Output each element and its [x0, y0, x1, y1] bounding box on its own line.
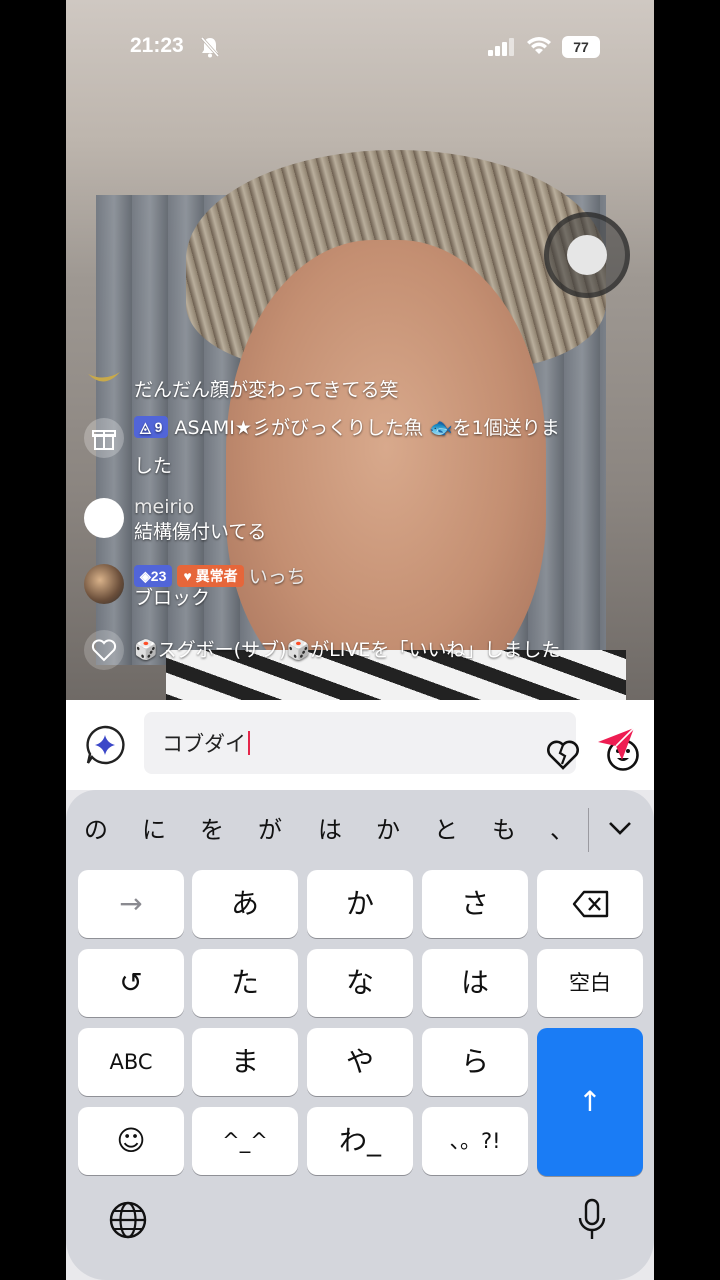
broken-heart-icon[interactable]: [546, 739, 580, 771]
key-enter[interactable]: ↑: [537, 1028, 643, 1176]
key-ra[interactable]: ら: [422, 1028, 528, 1096]
suggestion-divider: [588, 808, 589, 852]
gift-icon: [84, 418, 124, 458]
comment-text: ブロック: [134, 587, 211, 609]
microphone-icon[interactable]: [576, 1198, 608, 1242]
key-arrow[interactable]: →: [78, 870, 184, 938]
japanese-keyboard: の に を が は か と も 、 → あ か さ ↺ た な は 空白 ABC…: [66, 790, 654, 1280]
key-a[interactable]: あ: [192, 870, 298, 938]
suggestion[interactable]: 、: [542, 810, 582, 845]
sparkle-bubble-icon[interactable]: [84, 724, 126, 766]
level-badge: ◈23: [134, 565, 173, 587]
suggestion[interactable]: に: [134, 810, 174, 845]
suggestion[interactable]: が: [250, 810, 290, 845]
key-ta[interactable]: た: [192, 949, 298, 1017]
comment-user[interactable]: いっち: [249, 566, 306, 588]
suggestion[interactable]: を: [192, 810, 232, 845]
silent-bell-icon: [200, 37, 220, 58]
comment-text: 結構傷付いてる: [134, 521, 267, 543]
suggestion-bar: の に を が は か と も 、: [66, 804, 654, 852]
avatar[interactable]: [84, 498, 124, 538]
phone-screen: 21:23 77 だんだん顔が変わってきてる笑 ◬ 9 ASAMI★彡がびっくり…: [66, 0, 654, 1280]
comment-input[interactable]: コブダイ: [144, 712, 639, 774]
key-abc[interactable]: ABC: [78, 1028, 184, 1096]
comment-user[interactable]: meirio: [134, 496, 194, 518]
level-badge: ◬ 9: [134, 416, 169, 438]
key-sa[interactable]: さ: [422, 870, 528, 938]
globe-icon[interactable]: [108, 1200, 148, 1240]
backspace-icon: [572, 890, 609, 918]
suggestion[interactable]: か: [368, 810, 408, 845]
key-punctuation[interactable]: 、。?!: [422, 1107, 528, 1175]
gift-text: ASAMI★彡がびっくりした魚 🐟を1個送りま: [174, 417, 560, 439]
chevron-down-icon[interactable]: [606, 814, 634, 842]
suggestion[interactable]: の: [76, 810, 116, 845]
status-bar: 21:23 77: [66, 0, 654, 96]
heart-icon: [84, 630, 124, 670]
streamer-face: [226, 240, 546, 700]
suggestion[interactable]: と: [426, 810, 466, 845]
floating-assistive-button[interactable]: [544, 212, 630, 298]
key-space[interactable]: 空白: [537, 949, 643, 1017]
comment-input-bar: コブダイ: [66, 700, 654, 790]
signal-icon: [488, 38, 514, 56]
suggestion[interactable]: も: [484, 810, 524, 845]
key-ha[interactable]: は: [422, 949, 528, 1017]
gift-text-cont: した: [134, 455, 173, 477]
status-time: 21:23: [130, 34, 184, 57]
key-ka[interactable]: か: [307, 870, 413, 938]
wifi-icon: [527, 37, 551, 54]
key-ya[interactable]: や: [307, 1028, 413, 1096]
banana-icon: [88, 372, 120, 382]
comment-input-value: コブダイ: [162, 732, 246, 756]
send-icon[interactable]: [596, 726, 636, 762]
key-undo[interactable]: ↺: [78, 949, 184, 1017]
like-text: 🎲スグボー(サブ)🎲がLIVEを「いいね」しました: [134, 639, 561, 661]
key-emoji[interactable]: ☺: [78, 1107, 184, 1175]
key-ma[interactable]: ま: [192, 1028, 298, 1096]
key-kaomoji[interactable]: ^_^: [192, 1107, 298, 1175]
text-caret: [248, 731, 250, 755]
fan-badge: ♥ 異常者: [177, 565, 244, 587]
suggestion[interactable]: は: [310, 810, 350, 845]
key-backspace[interactable]: [537, 870, 643, 938]
avatar[interactable]: [84, 564, 124, 604]
comment-text: だんだん顔が変わってきてる笑: [134, 379, 399, 401]
key-wa[interactable]: わ_: [307, 1107, 413, 1175]
battery-indicator: 77: [562, 36, 600, 58]
key-na[interactable]: な: [307, 949, 413, 1017]
